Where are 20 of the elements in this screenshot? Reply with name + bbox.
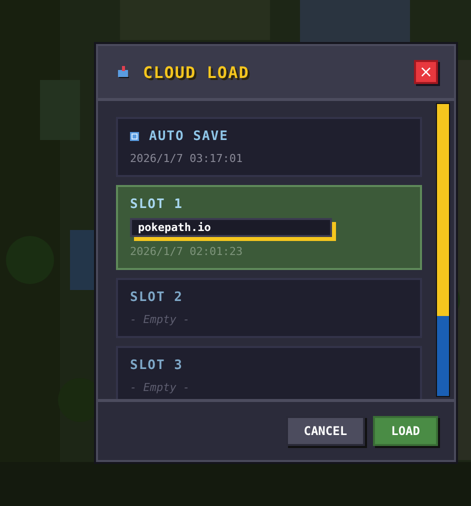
save-slot[interactable]: SLOT 2 - Empty - (116, 278, 422, 338)
close-button[interactable]: × (414, 60, 438, 84)
slot-name: SLOT 2 (130, 290, 183, 305)
slot-name: SLOT 1 (130, 197, 183, 212)
save-icon (130, 132, 139, 141)
load-button[interactable]: LOAD (373, 416, 438, 446)
scrollbar[interactable] (436, 103, 450, 397)
slot-name: SLOT 3 (130, 358, 183, 373)
save-slot[interactable]: SLOT 3 - Empty - (116, 346, 422, 399)
empty-label: - Empty - (130, 313, 191, 326)
dialog-title: CLOUD LOAD (143, 62, 250, 82)
slot-name: AUTO SAVE (149, 129, 228, 144)
save-date: 2026/1/7 02:01:23 (130, 245, 244, 258)
empty-label: - Empty - (130, 381, 191, 394)
scrollbar-thumb[interactable] (437, 104, 449, 316)
cloud-upload-icon (118, 66, 129, 78)
cancel-button[interactable]: CANCEL (286, 416, 366, 446)
save-slot[interactable]: AUTO SAVE 2026/1/7 03:17:01 (116, 117, 422, 177)
save-slot[interactable]: SLOT 1 pokepath.io 2026/1/7 02:01:23 (116, 185, 422, 270)
save-date: 2026/1/7 03:17:01 (130, 152, 244, 165)
